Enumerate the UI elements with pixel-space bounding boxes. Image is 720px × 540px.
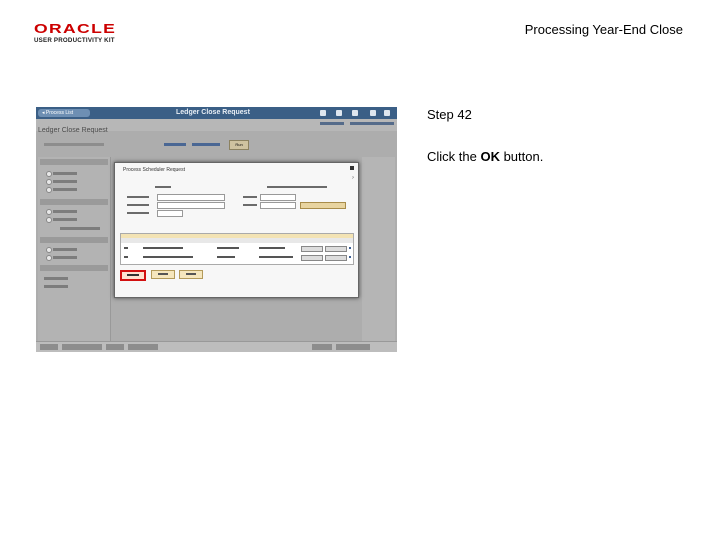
- recurrence-label: [127, 204, 149, 206]
- field-label: [44, 277, 68, 280]
- home-icon[interactable]: [320, 110, 326, 116]
- process-scheduler-dialog: Process Scheduler Request ?: [114, 162, 359, 298]
- personalize-link[interactable]: [350, 122, 394, 125]
- radio-label: [53, 218, 77, 221]
- nav-icon[interactable]: [384, 110, 390, 116]
- oracle-upk-logo: ORACLE USER PRODUCTIVITY KIT: [34, 22, 126, 48]
- radio-option[interactable]: [46, 255, 52, 261]
- table-row: [121, 253, 353, 261]
- radio-label: [53, 172, 77, 175]
- run-control-text: [44, 143, 104, 146]
- select-checkbox[interactable]: [124, 247, 128, 249]
- document-title: Processing Year-End Close: [524, 22, 683, 37]
- refresh-dialog-button[interactable]: [179, 270, 203, 279]
- new-window-link[interactable]: [320, 122, 344, 125]
- type-select[interactable]: [301, 255, 323, 261]
- time-zone-label: [127, 212, 149, 214]
- description-cell: [143, 247, 183, 249]
- save-button[interactable]: [40, 344, 58, 350]
- notify-button[interactable]: [106, 344, 124, 350]
- radio-option[interactable]: [46, 217, 52, 223]
- run-time-input[interactable]: [260, 202, 296, 209]
- description-cell: [143, 256, 193, 258]
- table-row: [121, 244, 353, 252]
- radio-label: [53, 210, 77, 213]
- server-name-label: [127, 196, 149, 198]
- oracle-wordmark: ORACLE: [34, 21, 117, 36]
- report-manager-link[interactable]: [164, 143, 186, 146]
- cancel-button-label: [158, 273, 168, 275]
- radio-label: [53, 188, 77, 191]
- cancel-button[interactable]: [151, 270, 175, 279]
- dialog-title: Process Scheduler Request: [123, 167, 185, 173]
- refresh-button[interactable]: [128, 344, 158, 350]
- checkbox[interactable]: [46, 247, 52, 253]
- run-date-label: [243, 196, 257, 198]
- step-instruction: Click the OK button.: [427, 149, 543, 164]
- instruction-prefix: Click the: [427, 149, 481, 164]
- time-zone-input[interactable]: [157, 210, 183, 217]
- instruction-suffix: button.: [499, 149, 544, 164]
- instruction-target: OK: [480, 149, 500, 164]
- menu-icon[interactable]: [370, 110, 376, 116]
- bottom-toolbar: [36, 341, 397, 352]
- process-list-label: Process List: [45, 110, 74, 116]
- distribution-link[interactable]: [349, 256, 351, 258]
- distribution-link[interactable]: [349, 247, 351, 249]
- run-time-label: [243, 204, 257, 206]
- section-header: [40, 237, 108, 243]
- radio-option[interactable]: [46, 209, 52, 215]
- page-title: Ledger Close Request: [38, 127, 108, 134]
- run-button[interactable]: Run: [229, 140, 249, 150]
- run-control-label: [267, 186, 327, 188]
- run-button-label: Run: [235, 142, 243, 147]
- field-label: [44, 285, 68, 288]
- recurrence-select[interactable]: [157, 202, 225, 209]
- process-type-cell: [259, 256, 293, 258]
- grid-column-headers: [121, 238, 353, 243]
- add-button[interactable]: [312, 344, 332, 350]
- app-header-title: Ledger Close Request: [176, 109, 250, 116]
- checkbox-label: [53, 248, 77, 251]
- close-icon[interactable]: [350, 166, 354, 170]
- radio-option[interactable]: [46, 187, 52, 193]
- right-panel: [362, 157, 395, 345]
- flag-icon[interactable]: [352, 110, 358, 116]
- select-checkbox[interactable]: [124, 256, 128, 258]
- process-list-grid: [120, 233, 354, 265]
- user-id-label: [155, 186, 171, 188]
- return-to-search-button[interactable]: [62, 344, 102, 350]
- upk-wordmark: USER PRODUCTIVITY KIT: [34, 37, 115, 44]
- run-date-input[interactable]: [260, 194, 296, 201]
- process-list-button[interactable]: ◂ Process List: [38, 109, 90, 117]
- step-label: Step 42: [427, 107, 472, 122]
- radio-label: [53, 256, 77, 259]
- ok-button-label: [127, 274, 139, 276]
- section-header: [40, 265, 108, 271]
- search-icon[interactable]: [336, 110, 342, 116]
- field-label: [60, 227, 100, 230]
- help-link[interactable]: ?: [352, 175, 354, 180]
- ok-button[interactable]: [120, 270, 146, 281]
- refresh-button-label: [186, 273, 196, 275]
- process-name-cell: [217, 256, 235, 258]
- request-parameters-panel: [38, 157, 111, 345]
- radio-label: [53, 180, 77, 183]
- section-header: [40, 199, 108, 205]
- process-monitor-link[interactable]: [192, 143, 220, 146]
- type-select[interactable]: [301, 246, 323, 252]
- process-name-cell: [217, 247, 239, 249]
- section-header: [40, 159, 108, 165]
- format-select[interactable]: [325, 246, 347, 252]
- app-header-bar: ◂ Process List Ledger Close Request: [36, 107, 397, 119]
- radio-option[interactable]: [46, 171, 52, 177]
- application-screenshot: ◂ Process List Ledger Close Request Ledg…: [36, 107, 397, 352]
- server-name-select[interactable]: [157, 194, 225, 201]
- radio-option[interactable]: [46, 179, 52, 185]
- reset-to-current-datetime-button[interactable]: [300, 202, 346, 209]
- process-type-cell: [259, 247, 285, 249]
- format-select[interactable]: [325, 255, 347, 261]
- update-display-button[interactable]: [336, 344, 370, 350]
